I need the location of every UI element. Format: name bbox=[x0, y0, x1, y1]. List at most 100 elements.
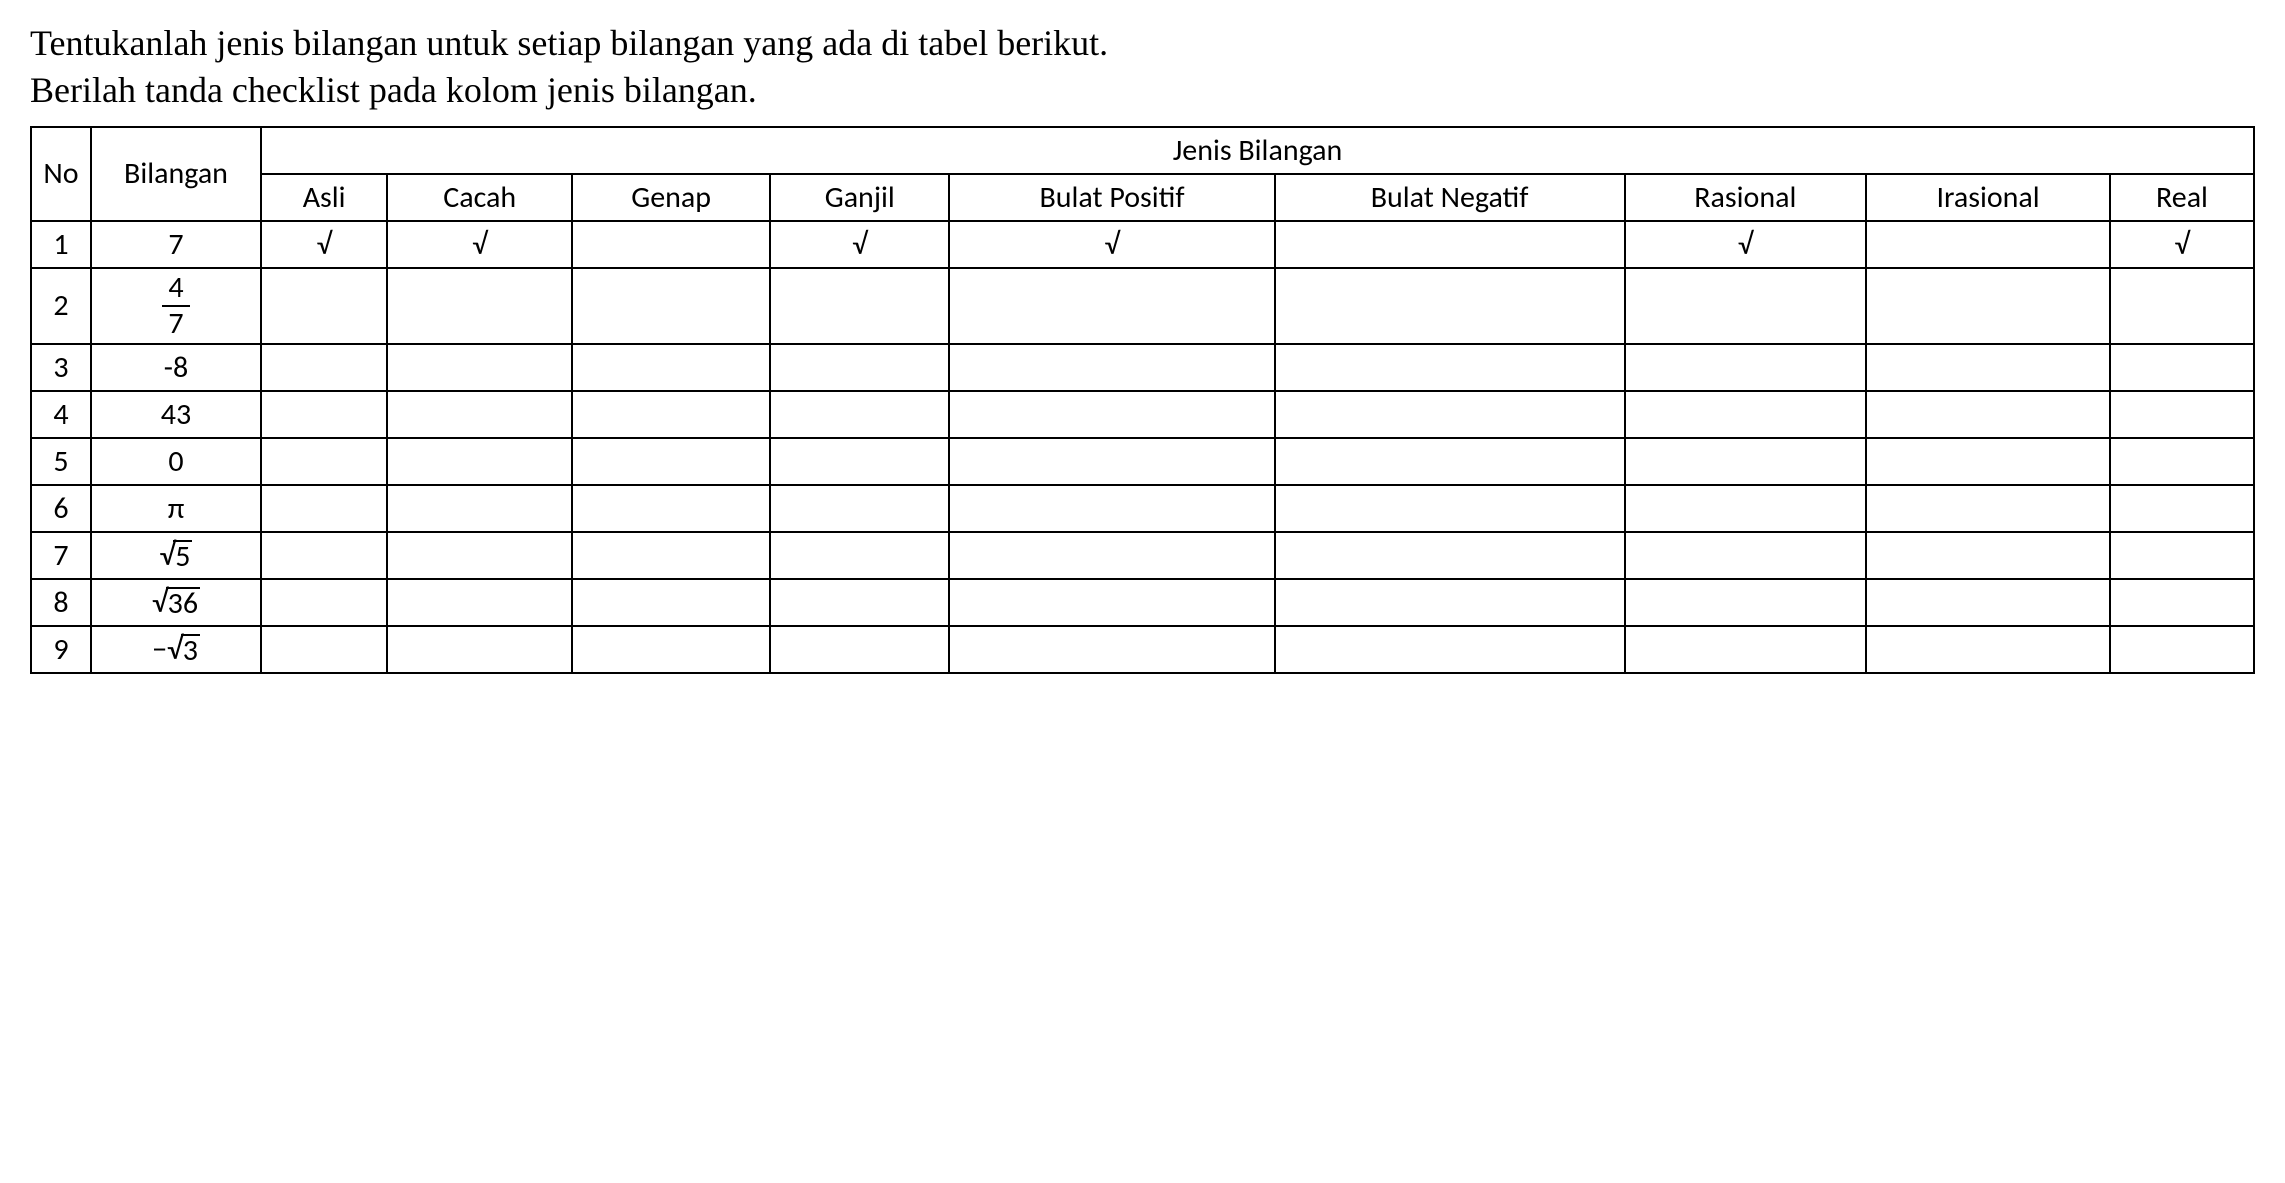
table-row: 247 bbox=[31, 268, 2254, 344]
check-rasional[interactable]: √ bbox=[1625, 221, 1867, 268]
check-rasional[interactable] bbox=[1625, 532, 1867, 579]
check-real[interactable] bbox=[2110, 438, 2254, 485]
check-real[interactable] bbox=[2110, 579, 2254, 626]
check-real[interactable] bbox=[2110, 268, 2254, 344]
check-bulat_negatif[interactable] bbox=[1275, 344, 1625, 391]
check-ganjil[interactable] bbox=[770, 391, 949, 438]
table-row: 17√√√√√√ bbox=[31, 221, 2254, 268]
check-ganjil[interactable]: √ bbox=[770, 221, 949, 268]
check-asli[interactable] bbox=[261, 626, 387, 673]
check-genap[interactable] bbox=[572, 626, 770, 673]
check-bulat_positif[interactable] bbox=[949, 579, 1274, 626]
check-rasional[interactable] bbox=[1625, 485, 1867, 532]
table-row: 3-8 bbox=[31, 344, 2254, 391]
check-ganjil[interactable] bbox=[770, 532, 949, 579]
check-rasional[interactable] bbox=[1625, 344, 1867, 391]
fraction-numerator: 4 bbox=[162, 273, 189, 307]
check-irasional[interactable] bbox=[1866, 268, 2110, 344]
check-irasional[interactable] bbox=[1866, 438, 2110, 485]
bilangan-table: No Bilangan Jenis Bilangan Asli Cacah Ge… bbox=[30, 126, 2255, 674]
sqrt-radicand: 36 bbox=[166, 587, 200, 619]
check-real[interactable] bbox=[2110, 532, 2254, 579]
check-bulat_positif[interactable] bbox=[949, 391, 1274, 438]
check-irasional[interactable] bbox=[1866, 579, 2110, 626]
check-bulat_positif[interactable] bbox=[949, 344, 1274, 391]
check-ganjil[interactable] bbox=[770, 344, 949, 391]
header-jenis-bilangan: Jenis Bilangan bbox=[261, 127, 2254, 174]
check-asli[interactable] bbox=[261, 344, 387, 391]
table-row: 443 bbox=[31, 391, 2254, 438]
check-rasional[interactable] bbox=[1625, 268, 1867, 344]
check-real[interactable] bbox=[2110, 485, 2254, 532]
check-bulat_positif[interactable] bbox=[949, 268, 1274, 344]
row-bilangan: 47 bbox=[91, 268, 261, 344]
check-genap[interactable] bbox=[572, 579, 770, 626]
check-bulat_negatif[interactable] bbox=[1275, 221, 1625, 268]
check-real[interactable]: √ bbox=[2110, 221, 2254, 268]
check-asli[interactable] bbox=[261, 532, 387, 579]
check-ganjil[interactable] bbox=[770, 579, 949, 626]
check-bulat_positif[interactable] bbox=[949, 438, 1274, 485]
check-cacah[interactable] bbox=[387, 438, 572, 485]
header-bulat-positif: Bulat Positif bbox=[949, 174, 1274, 221]
check-cacah[interactable] bbox=[387, 532, 572, 579]
check-bulat_negatif[interactable] bbox=[1275, 391, 1625, 438]
check-irasional[interactable] bbox=[1866, 626, 2110, 673]
check-bulat_negatif[interactable] bbox=[1275, 438, 1625, 485]
check-asli[interactable] bbox=[261, 579, 387, 626]
bilangan-value: 0 bbox=[168, 443, 183, 480]
check-irasional[interactable] bbox=[1866, 221, 2110, 268]
check-asli[interactable] bbox=[261, 438, 387, 485]
check-bulat_negatif[interactable] bbox=[1275, 626, 1625, 673]
check-genap[interactable] bbox=[572, 485, 770, 532]
row-bilangan: √5 bbox=[91, 532, 261, 579]
row-bilangan: √36 bbox=[91, 579, 261, 626]
check-genap[interactable] bbox=[572, 344, 770, 391]
check-ganjil[interactable] bbox=[770, 438, 949, 485]
check-genap[interactable] bbox=[572, 221, 770, 268]
check-genap[interactable] bbox=[572, 268, 770, 344]
check-ganjil[interactable] bbox=[770, 485, 949, 532]
check-cacah[interactable] bbox=[387, 579, 572, 626]
check-cacah[interactable] bbox=[387, 344, 572, 391]
check-ganjil[interactable] bbox=[770, 268, 949, 344]
check-irasional[interactable] bbox=[1866, 344, 2110, 391]
check-cacah[interactable] bbox=[387, 626, 572, 673]
row-no: 9 bbox=[31, 626, 91, 673]
fraction-denominator: 7 bbox=[162, 307, 189, 339]
check-irasional[interactable] bbox=[1866, 532, 2110, 579]
check-rasional[interactable] bbox=[1625, 438, 1867, 485]
check-bulat_positif[interactable]: √ bbox=[949, 221, 1274, 268]
check-bulat_positif[interactable] bbox=[949, 485, 1274, 532]
check-bulat_positif[interactable] bbox=[949, 532, 1274, 579]
check-cacah[interactable]: √ bbox=[387, 221, 572, 268]
check-ganjil[interactable] bbox=[770, 626, 949, 673]
check-irasional[interactable] bbox=[1866, 485, 2110, 532]
check-genap[interactable] bbox=[572, 391, 770, 438]
check-genap[interactable] bbox=[572, 438, 770, 485]
check-real[interactable] bbox=[2110, 344, 2254, 391]
check-rasional[interactable] bbox=[1625, 391, 1867, 438]
check-genap[interactable] bbox=[572, 532, 770, 579]
check-cacah[interactable] bbox=[387, 268, 572, 344]
check-asli[interactable] bbox=[261, 485, 387, 532]
row-bilangan: −√3 bbox=[91, 626, 261, 673]
check-bulat_positif[interactable] bbox=[949, 626, 1274, 673]
check-asli[interactable] bbox=[261, 268, 387, 344]
check-asli[interactable]: √ bbox=[261, 221, 387, 268]
check-rasional[interactable] bbox=[1625, 626, 1867, 673]
check-bulat_negatif[interactable] bbox=[1275, 532, 1625, 579]
check-cacah[interactable] bbox=[387, 485, 572, 532]
check-asli[interactable] bbox=[261, 391, 387, 438]
row-no: 5 bbox=[31, 438, 91, 485]
check-rasional[interactable] bbox=[1625, 579, 1867, 626]
check-bulat_negatif[interactable] bbox=[1275, 579, 1625, 626]
row-no: 4 bbox=[31, 391, 91, 438]
check-cacah[interactable] bbox=[387, 391, 572, 438]
row-bilangan: 0 bbox=[91, 438, 261, 485]
check-irasional[interactable] bbox=[1866, 391, 2110, 438]
check-real[interactable] bbox=[2110, 626, 2254, 673]
check-real[interactable] bbox=[2110, 391, 2254, 438]
check-bulat_negatif[interactable] bbox=[1275, 485, 1625, 532]
check-bulat_negatif[interactable] bbox=[1275, 268, 1625, 344]
